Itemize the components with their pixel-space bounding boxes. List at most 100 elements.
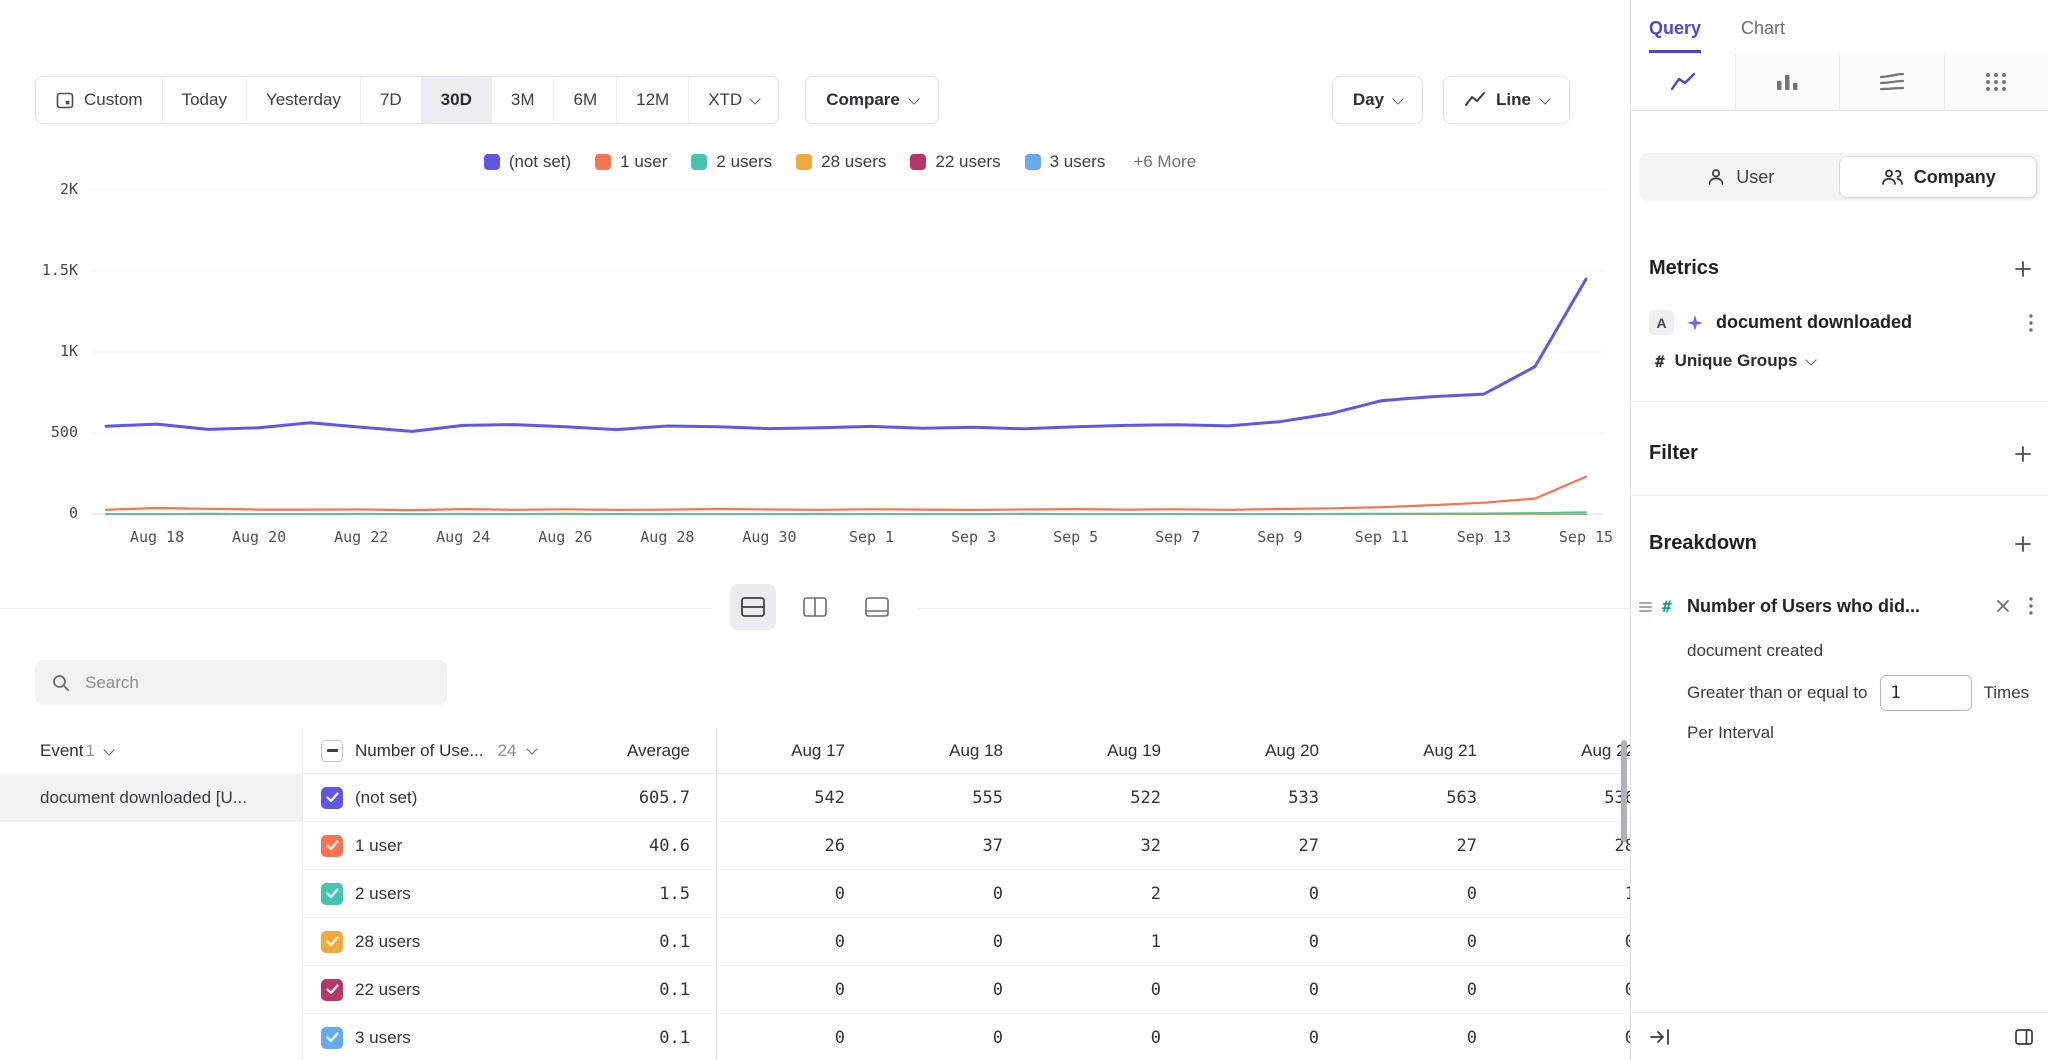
operator-label[interactable]: Greater than or equal to <box>1687 683 1868 703</box>
series-checkbox[interactable] <box>321 883 343 905</box>
drag-handle-icon[interactable] <box>1639 601 1652 612</box>
layout-panel-icon[interactable] <box>2014 1028 2034 1046</box>
table-only-view-button[interactable] <box>854 584 900 630</box>
add-metric-button[interactable] <box>2014 260 2032 278</box>
x-axis: Aug 18Aug 20Aug 22Aug 24Aug 26Aug 28Aug … <box>92 528 1604 550</box>
metric-options-icon[interactable] <box>2028 312 2034 334</box>
breakdown-options-icon[interactable] <box>2028 595 2034 617</box>
line-chart[interactable] <box>92 182 1604 522</box>
row-average: 1.5 <box>573 870 717 917</box>
series-label: 22 users <box>355 980 420 1000</box>
x-axis-label: Sep 1 <box>849 528 894 546</box>
more-charts-tab[interactable] <box>1944 53 2048 110</box>
legend-item[interactable]: (not set) <box>484 152 571 172</box>
breakdown-title: Breakdown <box>1649 532 1757 555</box>
row-value: 0 <box>1349 966 1507 1013</box>
select-all-checkbox[interactable] <box>321 740 343 762</box>
table-header: Event 1 Number of Use... 24 Average Aug … <box>0 728 1630 774</box>
search-input[interactable] <box>83 672 431 694</box>
legend-swatch <box>595 154 611 170</box>
event-selector[interactable]: Event 1 <box>0 728 303 774</box>
legend-item[interactable]: 1 user <box>595 152 667 172</box>
search-bar <box>35 660 447 705</box>
date-column-header: Aug 18 <box>875 728 1033 773</box>
add-filter-button[interactable] <box>2014 445 2032 463</box>
group-column-selector[interactable]: Number of Use... 24 <box>303 728 573 773</box>
row-value: 0 <box>1349 1014 1507 1060</box>
range-yesterday[interactable]: Yesterday <box>246 77 360 123</box>
range-today[interactable]: Today <box>162 77 246 123</box>
range-xtd[interactable]: XTD <box>688 77 778 123</box>
range-12m[interactable]: 12M <box>616 77 688 123</box>
average-column-header: Average <box>573 728 717 773</box>
series-label: 3 users <box>355 1028 411 1048</box>
add-breakdown-button[interactable] <box>2014 535 2032 553</box>
chart-type-button[interactable]: Line <box>1443 76 1570 124</box>
vertical-scrollbar[interactable] <box>1621 740 1627 842</box>
row-value: 0 <box>1507 918 1630 965</box>
measure-selector[interactable]: # Unique Groups <box>1655 351 2034 371</box>
legend-item[interactable]: 3 users <box>1025 152 1106 172</box>
plus-icon <box>2014 260 2032 278</box>
range-6m[interactable]: 6M <box>553 77 616 123</box>
row-value: 1 <box>1507 870 1630 917</box>
x-axis-label: Sep 5 <box>1053 528 1098 546</box>
chart-line <box>106 279 1586 431</box>
company-toggle[interactable]: Company <box>1839 156 2038 198</box>
legend-label: (not set) <box>509 152 571 172</box>
breakdown-event-name[interactable]: document created <box>1687 641 2034 661</box>
metric-event-name[interactable]: document downloaded <box>1716 312 2016 333</box>
split-vertical-view-button[interactable] <box>792 584 838 630</box>
user-toggle[interactable]: User <box>1642 156 1839 198</box>
flow-chart-tab[interactable] <box>1839 53 1944 110</box>
legend-item[interactable]: 22 users <box>910 152 1000 172</box>
tab-chart[interactable]: Chart <box>1741 18 1785 53</box>
collapse-panel-icon[interactable] <box>1649 1028 1671 1046</box>
event-cell <box>0 966 303 1014</box>
x-axis-label: Sep 13 <box>1457 528 1511 546</box>
metric-card: A document downloaded # Unique Groups <box>1631 280 2048 371</box>
chart-toolbar: Custom Today Yesterday 7D 30D 3M 6M 12M … <box>35 76 1570 124</box>
series-name-cell: 2 users <box>303 870 573 917</box>
series-checkbox[interactable] <box>321 979 343 1001</box>
row-value: 0 <box>875 966 1033 1013</box>
x-axis-label: Aug 20 <box>232 528 286 546</box>
date-column-headers: Aug 17Aug 18Aug 19Aug 20Aug 21Aug 22 <box>717 728 1630 773</box>
line-chart-tab[interactable] <box>1631 53 1735 110</box>
range-30d[interactable]: 30D <box>421 77 491 123</box>
compare-button[interactable]: Compare <box>805 76 939 124</box>
series-checkbox[interactable] <box>321 787 343 809</box>
event-cell[interactable]: document downloaded [U... <box>0 774 303 822</box>
legend-more[interactable]: +6 More <box>1133 152 1196 172</box>
date-column-header: Aug 22 <box>1507 728 1630 773</box>
chart-line <box>106 477 1586 510</box>
threshold-input[interactable] <box>1880 675 1972 711</box>
per-interval-label[interactable]: Per Interval <box>1687 723 2034 743</box>
bar-chart-tab[interactable] <box>1735 53 1840 110</box>
series-checkbox[interactable] <box>321 835 343 857</box>
split-horizontal-view-button[interactable] <box>730 584 776 630</box>
x-axis-label: Aug 28 <box>640 528 694 546</box>
user-icon <box>1706 167 1726 187</box>
series-label: 28 users <box>355 932 420 952</box>
tab-query[interactable]: Query <box>1649 18 1701 53</box>
breakdown-property-name[interactable]: Number of Users who did... <box>1687 596 1978 617</box>
range-7d[interactable]: 7D <box>360 77 421 123</box>
chevron-down-icon <box>750 93 761 104</box>
row-values: 2 users1.5002001 <box>303 870 1630 918</box>
chevron-down-icon <box>908 93 919 104</box>
row-average: 0.1 <box>573 918 717 965</box>
x-axis-label: Sep 9 <box>1257 528 1302 546</box>
row-value: 0 <box>1033 966 1191 1013</box>
entity-toggle: User Company <box>1639 153 2040 201</box>
legend-item[interactable]: 28 users <box>796 152 886 172</box>
close-icon[interactable] <box>1996 599 2010 613</box>
series-checkbox[interactable] <box>321 1027 343 1049</box>
granularity-button[interactable]: Day <box>1332 76 1423 124</box>
range-3m[interactable]: 3M <box>491 77 554 123</box>
row-value: 0 <box>1507 1014 1630 1060</box>
series-name-cell: 22 users <box>303 966 573 1013</box>
series-checkbox[interactable] <box>321 931 343 953</box>
legend-item[interactable]: 2 users <box>691 152 772 172</box>
x-axis-label: Sep 15 <box>1559 528 1613 546</box>
